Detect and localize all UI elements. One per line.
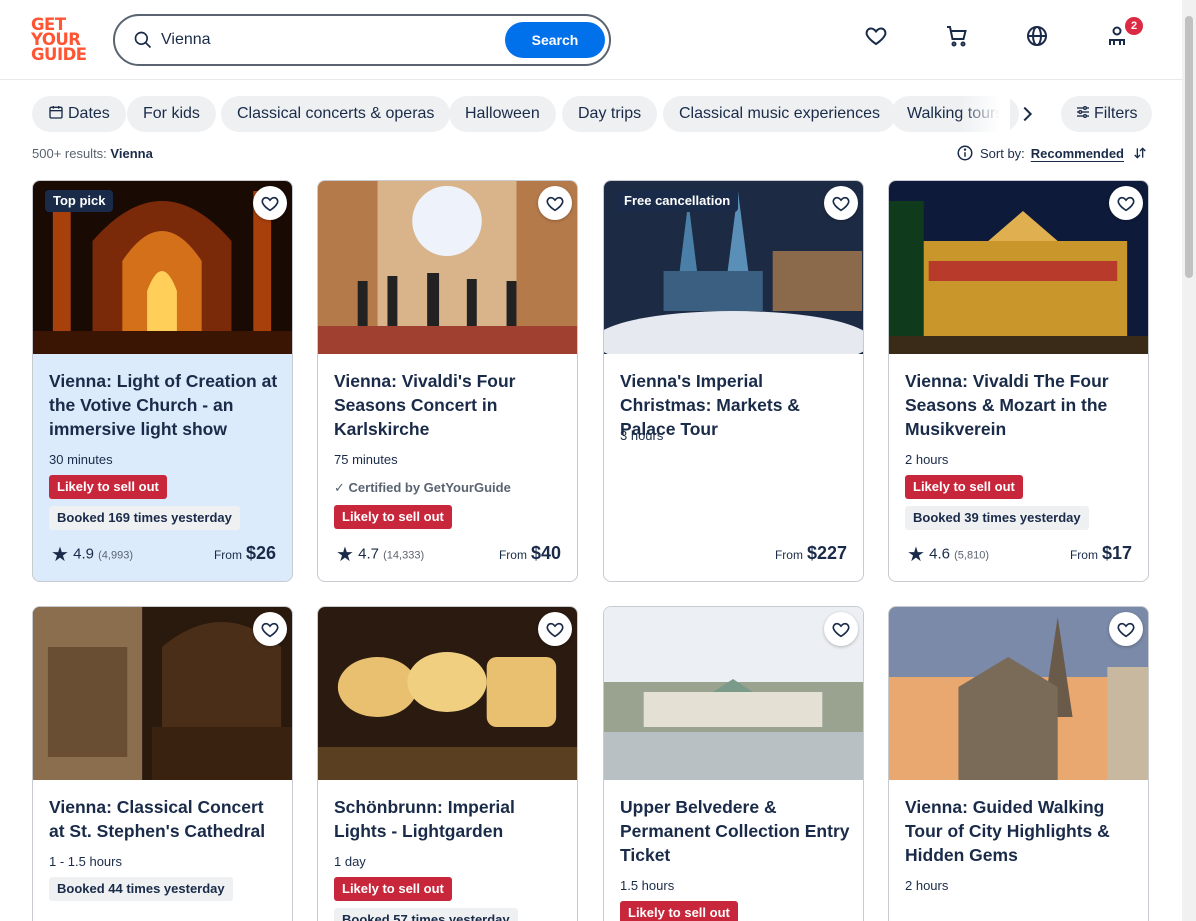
star-icon: ★ xyxy=(336,544,354,566)
top-pick-tag: Top pick xyxy=(45,190,114,212)
activity-title[interactable]: Vienna: Guided Walking Tour of City High… xyxy=(905,795,1137,867)
activity-duration: 1 day xyxy=(334,854,366,869)
activity-duration: 2 hours xyxy=(905,878,949,893)
heart-icon xyxy=(832,196,850,212)
activity-card[interactable]: Vienna: Vivaldi The Four Seasons & Mozar… xyxy=(888,180,1149,582)
search-button[interactable]: Search xyxy=(505,22,605,58)
wishlist-button[interactable] xyxy=(824,612,858,646)
wishlist-button[interactable] xyxy=(824,186,858,220)
chip-dates[interactable]: Dates xyxy=(32,96,126,132)
chip-for-kids[interactable]: For kids xyxy=(127,96,216,132)
info-icon[interactable] xyxy=(956,144,974,162)
activity-duration: 3 hours xyxy=(620,428,664,443)
activity-card[interactable]: Vienna: Classical Concert at St. Stephen… xyxy=(32,606,293,921)
activity-duration: 1.5 hours xyxy=(620,878,675,893)
wishlist-button[interactable] xyxy=(1109,186,1143,220)
chip-classical-concerts[interactable]: Classical concerts & operas xyxy=(221,96,451,132)
chips-fade xyxy=(960,94,1010,134)
cart-badge: 2 xyxy=(1125,17,1143,35)
heart-icon xyxy=(1117,622,1135,638)
filters-button[interactable]: Filters xyxy=(1061,96,1152,132)
wishlist-button[interactable] xyxy=(538,612,572,646)
star-icon: ★ xyxy=(907,544,925,566)
activity-card[interactable]: Vienna: Guided Walking Tour of City High… xyxy=(888,606,1149,921)
wishlist-button[interactable] xyxy=(1109,612,1143,646)
activity-card[interactable]: Vienna: Vivaldi's Four Seasons Concert i… xyxy=(317,180,578,582)
booked-badge: Booked 39 times yesterday xyxy=(905,506,1089,530)
wishlist-button[interactable] xyxy=(253,612,287,646)
wishlist-button[interactable] xyxy=(538,186,572,220)
certified-label: ✓ Certified by GetYourGuide xyxy=(334,480,511,495)
chip-halloween[interactable]: Halloween xyxy=(449,96,556,132)
likely-to-sell-out-badge: Likely to sell out xyxy=(620,901,738,921)
search-input[interactable] xyxy=(161,26,491,54)
results-count: 500+ results: Vienna xyxy=(32,146,153,161)
likely-to-sell-out-badge: Likely to sell out xyxy=(334,877,452,901)
sort-arrows-icon[interactable] xyxy=(1132,145,1148,161)
sort-value[interactable]: Recommended xyxy=(1031,146,1124,161)
wishlist-heart-icon[interactable] xyxy=(864,24,892,52)
activity-title[interactable]: Vienna: Light of Creation at the Votive … xyxy=(49,369,281,441)
scrollbar[interactable] xyxy=(1182,0,1196,921)
activity-duration: 1 - 1.5 hours xyxy=(49,854,122,869)
activity-duration: 75 minutes xyxy=(334,452,398,467)
check-circle-icon: ✓ xyxy=(334,480,345,495)
activity-card[interactable]: Schönbrunn: Imperial Lights - Lightgarde… xyxy=(317,606,578,921)
booked-badge: Booked 44 times yesterday xyxy=(49,877,233,901)
activity-title[interactable]: Upper Belvedere & Permanent Collection E… xyxy=(620,795,852,867)
activity-title[interactable]: Vienna: Classical Concert at St. Stephen… xyxy=(49,795,281,843)
activity-card[interactable]: Free cancellation Vienna's Imperial Chri… xyxy=(603,180,864,582)
heart-icon xyxy=(261,622,279,638)
activity-duration: 2 hours xyxy=(905,452,949,467)
activity-title[interactable]: Vienna: Vivaldi's Four Seasons Concert i… xyxy=(334,369,566,441)
scrollbar-thumb[interactable] xyxy=(1185,16,1193,278)
getyourguide-logo[interactable]: GET YOUR GUIDE xyxy=(31,16,91,63)
price: From $17 xyxy=(1069,543,1132,563)
heart-icon xyxy=(546,622,564,638)
likely-to-sell-out-badge: Likely to sell out xyxy=(49,475,167,499)
search-icon xyxy=(134,31,152,49)
likely-to-sell-out-badge: Likely to sell out xyxy=(905,475,1023,499)
site-header: GET YOUR GUIDE Search 2 xyxy=(0,0,1182,80)
heart-icon xyxy=(261,196,279,212)
price: From $227 xyxy=(774,543,847,563)
activity-card[interactable]: Top pick Vienna: Light of Creation at th… xyxy=(32,180,293,582)
activity-title[interactable]: Schönbrunn: Imperial Lights - Lightgarde… xyxy=(334,795,566,843)
cart-icon[interactable] xyxy=(945,24,973,52)
activity-duration: 30 minutes xyxy=(49,452,113,467)
sliders-icon xyxy=(1077,106,1089,119)
star-icon: ★ xyxy=(51,544,69,566)
search-bar: Search xyxy=(113,14,611,66)
booked-badge: Booked 169 times yesterday xyxy=(49,506,240,530)
chevron-right-icon[interactable] xyxy=(1016,103,1038,125)
wishlist-button[interactable] xyxy=(253,186,287,220)
likely-to-sell-out-badge: Likely to sell out xyxy=(334,505,452,529)
chip-classical-music[interactable]: Classical music experiences xyxy=(663,96,896,132)
globe-icon[interactable] xyxy=(1025,24,1053,52)
chip-day-trips[interactable]: Day trips xyxy=(562,96,658,132)
heart-icon xyxy=(1117,196,1135,212)
heart-icon xyxy=(546,196,564,212)
rating: ★ 4.9 (4,993) xyxy=(51,544,133,566)
rating: ★ 4.7 (14,333) xyxy=(336,544,425,566)
price: From $26 xyxy=(213,543,276,563)
activity-card[interactable]: Upper Belvedere & Permanent Collection E… xyxy=(603,606,864,921)
sort-control[interactable]: Sort by: Recommended xyxy=(956,144,1148,164)
activity-title[interactable]: Vienna: Vivaldi The Four Seasons & Mozar… xyxy=(905,369,1137,441)
booked-badge: Booked 57 times yesterday xyxy=(334,908,518,921)
free-cancellation-tag: Free cancellation xyxy=(616,190,739,212)
price: From $40 xyxy=(498,543,561,563)
calendar-icon xyxy=(49,106,63,119)
rating: ★ 4.6 (5,810) xyxy=(907,544,989,566)
heart-icon xyxy=(832,622,850,638)
